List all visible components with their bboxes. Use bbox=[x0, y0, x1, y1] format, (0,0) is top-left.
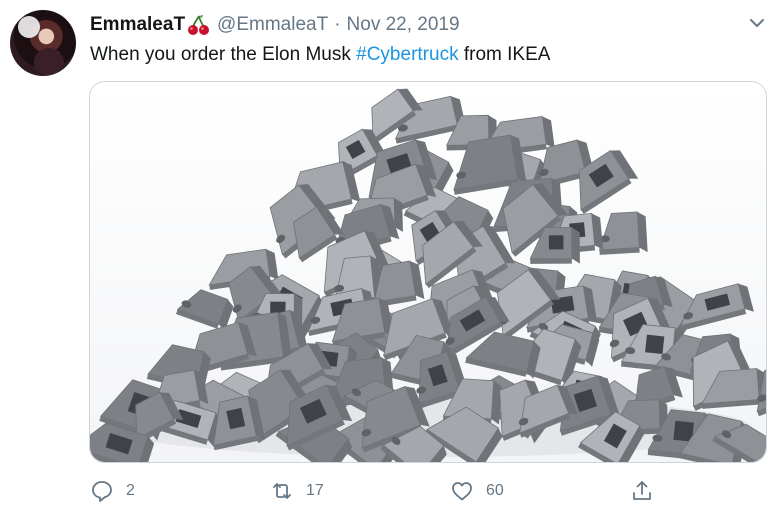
like-count: 60 bbox=[486, 482, 504, 499]
avatar[interactable] bbox=[10, 10, 76, 76]
tweet-text-after: from IKEA bbox=[458, 44, 551, 65]
handle[interactable]: @EmmaleaT bbox=[217, 14, 328, 36]
tweet-media-image[interactable] bbox=[89, 81, 767, 463]
hashtag-link[interactable]: #Cybertruck bbox=[356, 44, 458, 65]
tweet-card: EmmaleaT @EmmaleaT · Nov 22, 2019 When y… bbox=[0, 0, 780, 516]
retweet-count: 17 bbox=[306, 482, 324, 499]
heart-icon bbox=[452, 482, 472, 501]
retweet-button[interactable]: 17 bbox=[270, 476, 324, 506]
share-icon bbox=[633, 481, 651, 500]
reply-icon bbox=[92, 481, 112, 502]
separator: · bbox=[334, 14, 341, 35]
tweet-text: When you order the Elon Musk #Cybertruck… bbox=[90, 42, 550, 68]
share-button[interactable] bbox=[630, 476, 666, 506]
display-name[interactable]: EmmaleaT bbox=[90, 14, 185, 36]
lego-bricks-photo bbox=[90, 82, 766, 462]
tweet-actions: 2 17 60 bbox=[90, 476, 660, 506]
cherry-icon bbox=[187, 14, 211, 36]
tweet-text-before: When you order the Elon Musk bbox=[90, 44, 357, 65]
retweet-icon bbox=[273, 483, 291, 499]
tweet-date[interactable]: Nov 22, 2019 bbox=[347, 14, 460, 36]
like-button[interactable]: 60 bbox=[450, 476, 504, 506]
reply-button[interactable]: 2 bbox=[90, 476, 135, 506]
tweet-header: EmmaleaT @EmmaleaT · Nov 22, 2019 bbox=[90, 12, 460, 38]
chevron-down-icon[interactable] bbox=[748, 14, 766, 32]
reply-count: 2 bbox=[126, 482, 135, 499]
